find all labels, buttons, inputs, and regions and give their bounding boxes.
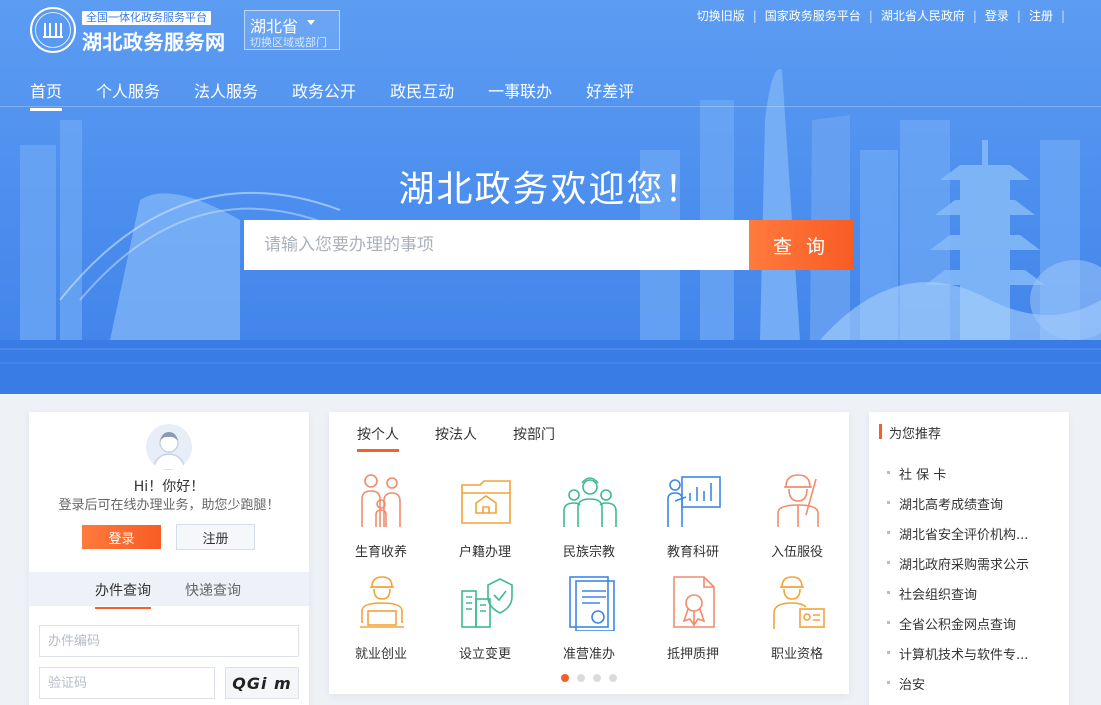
top-link-old-version[interactable]: 切换旧版: [697, 7, 745, 24]
service-label: 职业资格: [770, 647, 823, 662]
top-link-national-platform[interactable]: 国家政务服务平台: [765, 7, 861, 24]
ethnic-people-icon: [563, 477, 617, 527]
recommend-panel: 为您推荐 社 保 卡 湖北高考成绩查询 湖北省安全评价机构... 湖北政府采购需…: [869, 412, 1069, 705]
service-item[interactable]: 民族宗教: [537, 467, 641, 565]
worker-laptop-icon: [360, 576, 404, 628]
recommend-item[interactable]: 湖北高考成绩查询: [887, 494, 1029, 524]
service-label: 就业创业: [354, 647, 407, 662]
greeting: Hi！你好！: [133, 479, 205, 495]
service-label: 民族宗教: [562, 545, 615, 560]
tab-by-individual[interactable]: 按个人: [357, 424, 399, 452]
main-nav: 首页 个人服务 法人服务 政务公开 政民互动 一事联办 好差评: [30, 78, 668, 111]
nav-personal-services[interactable]: 个人服务: [96, 78, 160, 108]
certificate-icon: [569, 576, 615, 631]
hero-banner: 全国一体化政务服务平台 湖北政务服务网 湖北省 切换区域或部门 切换旧版 | 国家…: [0, 0, 1101, 394]
divider: |: [868, 8, 873, 23]
divider: |: [1060, 8, 1065, 23]
search-button[interactable]: 查 询: [749, 220, 853, 270]
tab-by-legal-entity[interactable]: 按法人: [435, 424, 477, 450]
search-input[interactable]: [244, 220, 749, 270]
service-item[interactable]: 职业资格: [745, 569, 849, 667]
tab-express-query[interactable]: 快递查询: [185, 580, 241, 600]
recommend-item[interactable]: 治安: [887, 674, 1029, 704]
recommend-item[interactable]: 计算机技术与软件专...: [887, 644, 1029, 674]
family-icon: [361, 474, 401, 527]
top-link-provincial-government[interactable]: 湖北省人民政府: [881, 7, 965, 24]
service-label: 设立变更: [458, 647, 511, 662]
nav-one-stop-service[interactable]: 一事联办: [488, 78, 552, 108]
recommend-list: 社 保 卡 湖北高考成绩查询 湖北省安全评价机构... 湖北政府采购需求公示 社…: [887, 464, 1029, 704]
login-panel: Hi！你好！ 登录后可在线办理业务，助您少跑腿！ 登录 注册 办件查询 快递查询…: [29, 412, 309, 705]
captcha-image[interactable]: QGi m: [225, 667, 299, 699]
service-item[interactable]: 抵押质押: [641, 569, 745, 667]
recommend-title: 为您推荐: [879, 423, 941, 442]
service-item[interactable]: 教育科研: [641, 467, 745, 565]
register-button[interactable]: 注册: [176, 524, 255, 550]
service-label: 教育科研: [666, 545, 719, 560]
top-links: 切换旧版 | 国家政务服务平台 | 湖北省人民政府 | 登录 | 注册 |: [697, 7, 1073, 24]
service-tabs: 按个人 按法人 按部门: [357, 424, 591, 452]
recommend-item[interactable]: 湖北省安全评价机构...: [887, 524, 1029, 554]
recommend-item[interactable]: 社会组织查询: [887, 584, 1029, 614]
platform-tag: 全国一体化政务服务平台: [82, 11, 211, 25]
query-tabs: 办件查询 快递查询: [29, 572, 309, 609]
welcome-heading: 湖北政务欢迎您！: [398, 169, 703, 210]
nav-government-affairs[interactable]: 政务公开: [292, 78, 356, 108]
tab-case-query[interactable]: 办件查询: [95, 580, 151, 609]
case-number-input[interactable]: [39, 625, 299, 657]
service-label: 生育收养: [354, 545, 407, 560]
nav-public-interaction[interactable]: 政民互动: [390, 78, 454, 108]
service-item[interactable]: 户籍办理: [433, 467, 537, 565]
top-link-register[interactable]: 注册: [1029, 7, 1053, 24]
household-register-icon: [461, 480, 511, 524]
nav-divider: [0, 106, 1101, 107]
recommend-item[interactable]: 湖北政府采购需求公示: [887, 554, 1029, 584]
site-logo[interactable]: [30, 7, 76, 53]
page-dot[interactable]: [593, 674, 601, 682]
carousel-pagination: [561, 674, 625, 682]
tab-by-department[interactable]: 按部门: [513, 424, 555, 450]
recommend-item[interactable]: 全省公积金网点查询: [887, 614, 1029, 644]
buildings-shield-icon: [461, 578, 513, 628]
login-hint: 登录后可在线办理业务，助您少跑腿！: [58, 498, 280, 513]
divider: |: [972, 8, 977, 23]
site-name[interactable]: 湖北政务服务网: [82, 26, 226, 55]
divider: |: [752, 8, 757, 23]
soldier-icon: [777, 474, 819, 527]
page-dot[interactable]: [561, 674, 569, 682]
service-item[interactable]: 就业创业: [329, 569, 433, 667]
service-panel: 按个人 按法人 按部门 生育收养 户籍办理 民族宗教 教育科研 入伍服役 就业创…: [329, 412, 849, 694]
nav-legal-entity-services[interactable]: 法人服务: [194, 78, 258, 108]
divider: |: [1016, 8, 1021, 23]
service-label: 准营准办: [562, 647, 615, 662]
mortgage-document-icon: [673, 576, 715, 628]
user-avatar-icon: [152, 432, 186, 470]
region-hint: 切换区域或部门: [250, 36, 327, 49]
avatar: [146, 424, 192, 470]
page-dot[interactable]: [609, 674, 617, 682]
professional-card-icon: [773, 576, 825, 629]
nav-service-rating[interactable]: 好差评: [586, 78, 634, 108]
service-label: 户籍办理: [458, 545, 511, 560]
login-button[interactable]: 登录: [82, 525, 161, 549]
page-dot[interactable]: [577, 674, 585, 682]
service-item[interactable]: 准营准办: [537, 569, 641, 667]
nav-home[interactable]: 首页: [30, 78, 63, 111]
region-switcher[interactable]: 湖北省 切换区域或部门: [244, 10, 340, 50]
captcha-input[interactable]: [39, 667, 215, 699]
recommend-item[interactable]: 社 保 卡: [887, 464, 1029, 494]
emblem-icon: [35, 12, 71, 48]
teacher-board-icon: [667, 476, 721, 527]
service-label: 抵押质押: [666, 647, 719, 662]
service-item[interactable]: 设立变更: [433, 569, 537, 667]
top-link-login[interactable]: 登录: [985, 7, 1009, 24]
service-item[interactable]: 入伍服役: [745, 467, 849, 565]
caret-down-icon: [307, 20, 315, 25]
service-item[interactable]: 生育收养: [329, 467, 433, 565]
service-label: 入伍服役: [770, 545, 823, 560]
